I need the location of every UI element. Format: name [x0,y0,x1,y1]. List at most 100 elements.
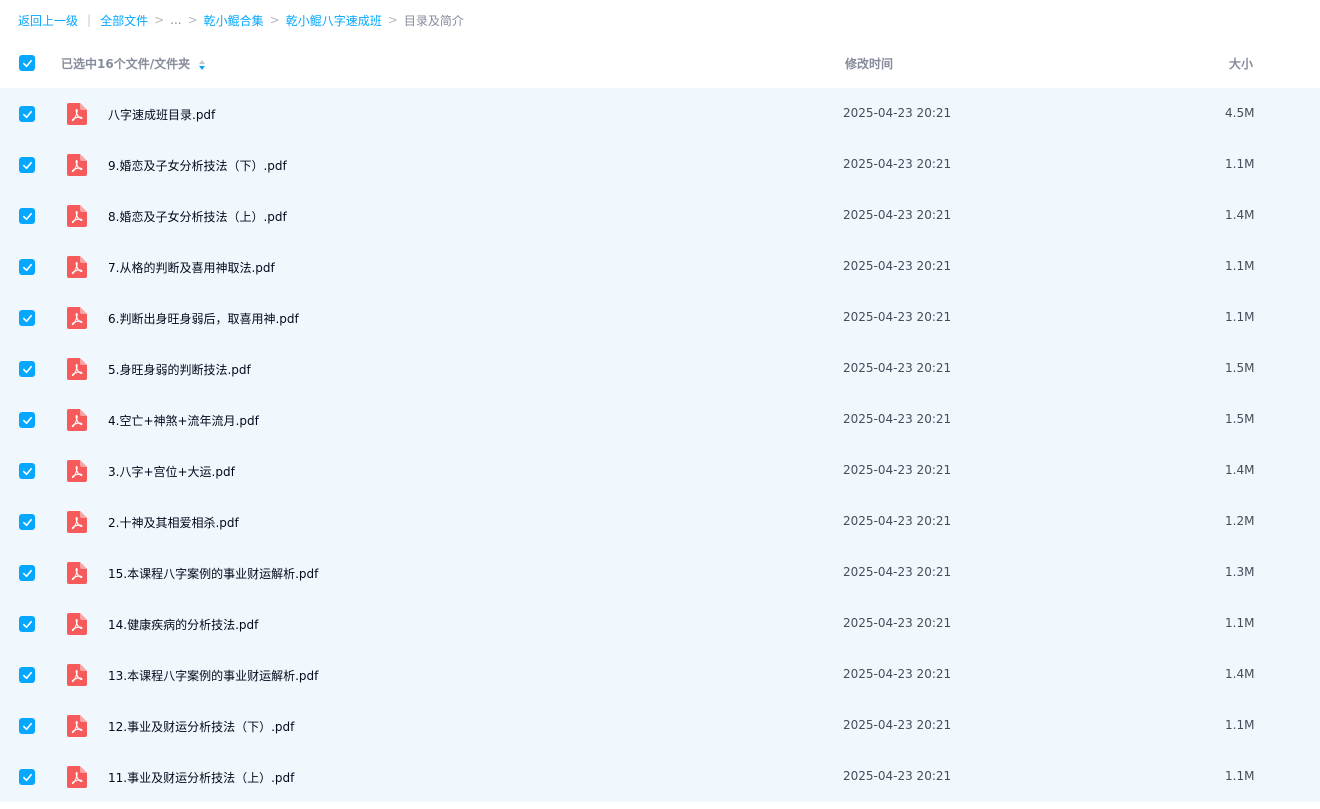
checkbox-checked[interactable] [19,514,35,530]
checkbox-checked[interactable] [19,769,35,785]
file-row[interactable]: 2.十神及其相爱相杀.pdf 2025-04-23 20:21 1.2M [0,496,1320,547]
file-row[interactable]: 4.空亡+神煞+流年流月.pdf 2025-04-23 20:21 1.5M [0,394,1320,445]
pdf-icon [67,307,87,329]
file-size: 1.1M [1225,157,1255,171]
breadcrumb-level1[interactable]: 乾小鲲合集 [204,12,264,29]
file-name[interactable]: 13.本课程八字案例的事业财运解析.pdf [108,667,318,684]
file-checkbox[interactable] [19,412,35,428]
file-name[interactable]: 7.从格的判断及喜用神取法.pdf [108,259,275,276]
file-row[interactable]: 14.健康疾病的分析技法.pdf 2025-04-23 20:21 1.1M [0,598,1320,649]
file-size: 1.2M [1225,514,1255,528]
file-name[interactable]: 8.婚恋及子女分析技法（上）.pdf [108,208,287,225]
file-checkbox[interactable] [19,565,35,581]
pdf-icon [67,613,87,635]
file-row[interactable]: 8.婚恋及子女分析技法（上）.pdf 2025-04-23 20:21 1.4M [0,190,1320,241]
select-all-checkbox[interactable] [19,55,35,71]
file-row[interactable]: 15.本课程八字案例的事业财运解析.pdf 2025-04-23 20:21 1.3… [0,547,1320,598]
file-size: 1.5M [1225,412,1255,426]
checkmark-icon [22,314,32,322]
file-checkbox[interactable] [19,259,35,275]
file-size: 1.1M [1225,616,1255,630]
file-modified-time: 2025-04-23 20:21 [843,259,952,273]
breadcrumb-ellipsis[interactable]: ... [170,13,181,27]
file-list-header: 已选中16个文件/文件夹 修改时间 大小 [0,38,1320,88]
file-checkbox[interactable] [19,718,35,734]
pdf-icon [67,460,87,482]
file-checkbox[interactable] [19,361,35,377]
file-row[interactable]: 八字速成班目录.pdf 2025-04-23 20:21 4.5M [0,88,1320,139]
file-row[interactable]: 13.本课程八字案例的事业财运解析.pdf 2025-04-23 20:21 1.4… [0,649,1320,700]
file-row[interactable]: 6.判断出身旺身弱后，取喜用神.pdf 2025-04-23 20:21 1.1M [0,292,1320,343]
checkbox-checked[interactable] [19,310,35,326]
file-name[interactable]: 9.婚恋及子女分析技法（下）.pdf [108,157,287,174]
file-name[interactable]: 5.身旺身弱的判断技法.pdf [108,361,251,378]
file-checkbox[interactable] [19,310,35,326]
file-size: 1.4M [1225,208,1255,222]
pdf-icon [67,205,87,227]
file-size: 1.1M [1225,718,1255,732]
file-modified-time: 2025-04-23 20:21 [843,412,952,426]
chevron-right-icon: > [187,13,198,27]
back-link[interactable]: 返回上一级 [18,12,78,29]
file-checkbox[interactable] [19,157,35,173]
file-checkbox[interactable] [19,616,35,632]
file-name[interactable]: 12.事业及财运分析技法（下）.pdf [108,718,294,735]
file-name[interactable]: 6.判断出身旺身弱后，取喜用神.pdf [108,310,299,327]
size-column-header[interactable]: 大小 [1229,55,1253,72]
file-row[interactable]: 3.八字+宫位+大运.pdf 2025-04-23 20:21 1.4M [0,445,1320,496]
breadcrumb-level2[interactable]: 乾小鲲八字速成班 [286,12,382,29]
checkmark-icon [22,722,32,730]
checkbox-checked[interactable] [19,667,35,683]
file-list: 八字速成班目录.pdf 2025-04-23 20:21 4.5M 9.婚恋及子女分析… [0,88,1320,802]
pdf-icon [67,256,87,278]
sort-icon[interactable] [198,59,206,71]
time-column-header[interactable]: 修改时间 [845,55,893,72]
file-name[interactable]: 15.本课程八字案例的事业财运解析.pdf [108,565,318,582]
file-row[interactable]: 7.从格的判断及喜用神取法.pdf 2025-04-23 20:21 1.1M [0,241,1320,292]
checkbox-checked[interactable] [19,55,35,71]
name-column-header[interactable]: 已选中16个文件/文件夹 [61,55,206,72]
checkmark-icon [22,518,32,526]
file-row[interactable]: 5.身旺身弱的判断技法.pdf 2025-04-23 20:21 1.5M [0,343,1320,394]
file-row[interactable]: 9.婚恋及子女分析技法（下）.pdf 2025-04-23 20:21 1.1M [0,139,1320,190]
checkbox-checked[interactable] [19,463,35,479]
checkbox-checked[interactable] [19,361,35,377]
file-name[interactable]: 11.事业及财运分析技法（上）.pdf [108,769,294,786]
breadcrumb-current: 目录及简介 [403,13,464,28]
pdf-icon [67,664,87,686]
checkmark-icon [22,416,32,424]
file-name[interactable]: 2.十神及其相爱相杀.pdf [108,514,239,531]
file-modified-time: 2025-04-23 20:21 [843,667,952,681]
checkmark-icon [22,59,32,67]
file-checkbox[interactable] [19,106,35,122]
file-checkbox[interactable] [19,769,35,785]
checkbox-checked[interactable] [19,565,35,581]
file-modified-time: 2025-04-23 20:21 [843,565,952,579]
pdf-icon [67,511,87,533]
breadcrumb-all-files[interactable]: 全部文件 [100,12,148,29]
pdf-icon [67,715,87,737]
checkbox-checked[interactable] [19,106,35,122]
file-name[interactable]: 4.空亡+神煞+流年流月.pdf [108,412,259,429]
file-checkbox[interactable] [19,463,35,479]
file-checkbox[interactable] [19,208,35,224]
checkbox-checked[interactable] [19,259,35,275]
checkbox-checked[interactable] [19,157,35,173]
pdf-icon [67,409,87,431]
selection-count-label: 已选中16个文件/文件夹 [61,57,191,71]
file-checkbox[interactable] [19,514,35,530]
file-name[interactable]: 14.健康疾病的分析技法.pdf [108,616,258,633]
file-modified-time: 2025-04-23 20:21 [843,106,952,120]
file-checkbox[interactable] [19,667,35,683]
file-name[interactable]: 八字速成班目录.pdf [108,106,215,123]
breadcrumb-divider: | [87,13,92,27]
checkbox-checked[interactable] [19,718,35,734]
file-row[interactable]: 12.事业及财运分析技法（下）.pdf 2025-04-23 20:21 1.1M [0,700,1320,751]
file-row[interactable]: 11.事业及财运分析技法（上）.pdf 2025-04-23 20:21 1.1M [0,751,1320,802]
checkbox-checked[interactable] [19,412,35,428]
file-modified-time: 2025-04-23 20:21 [843,157,952,171]
file-name[interactable]: 3.八字+宫位+大运.pdf [108,463,235,480]
checkbox-checked[interactable] [19,616,35,632]
checkbox-checked[interactable] [19,208,35,224]
pdf-icon [67,103,87,125]
